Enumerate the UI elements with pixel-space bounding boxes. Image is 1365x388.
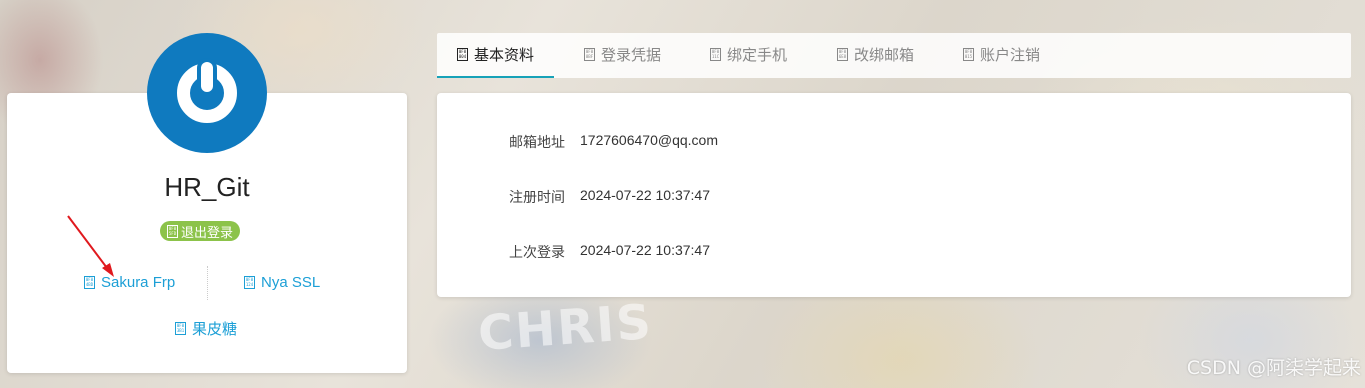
last-login-label: 上次登录	[509, 244, 565, 260]
tab-close-account[interactable]: 0F0 015 账户注销	[963, 33, 1040, 76]
nya-icon: 0F0 124	[244, 276, 255, 289]
tab-change-email[interactable]: 0F0 6E8 改绑邮箱	[837, 33, 914, 76]
email-label: 邮箱地址	[509, 134, 565, 150]
csdn-watermark: CSDN @阿柒学起来	[1186, 357, 1361, 379]
registered-label: 注册时间	[509, 189, 565, 205]
logout-icon: 0F0 5FD	[167, 224, 178, 238]
tab-bind-phone-label: 绑定手机	[727, 47, 788, 64]
username: HR_Git	[164, 172, 250, 202]
tab-bind-phone-icon: 0F0 11C	[710, 48, 721, 61]
email-value: 1727606470@qq.com	[580, 132, 718, 148]
info-card: 邮箱地址 1727606470@qq.com 注册时间 2024-07-22 1…	[437, 93, 1351, 297]
tab-close-account-icon: 0F0 015	[963, 48, 974, 61]
tab-change-email-label: 改绑邮箱	[854, 47, 915, 64]
registered-value: 2024-07-22 10:37:47	[580, 187, 710, 203]
logout-label: 退出登录	[181, 224, 234, 240]
tab-bar: 0F0 004 基本资料 0F0 8BF 登录凭据 0F0 11C 绑定手机 0…	[437, 33, 1351, 78]
tab-login-credentials-label: 登录凭据	[601, 47, 662, 64]
links-divider	[207, 266, 208, 300]
tab-login-credentials-icon: 0F0 8BF	[584, 48, 595, 61]
avatar	[147, 33, 267, 153]
guopitang-label: 果皮糖	[192, 321, 238, 338]
tab-change-email-icon: 0F0 6E8	[837, 48, 848, 61]
guopitang-icon: 0F0 3B1	[175, 322, 186, 335]
nya-ssl-link[interactable]: 0F0 124 Nya SSL	[244, 274, 320, 291]
tab-bind-phone[interactable]: 0F0 11C 绑定手机	[710, 33, 787, 76]
tab-basic-info[interactable]: 0F0 004 基本资料	[437, 33, 555, 78]
guopitang-link[interactable]: 0F0 3B1 果皮糖	[175, 318, 237, 339]
red-arrow-annotation	[67, 215, 114, 277]
tab-basic-info-icon: 0F0 004	[457, 48, 468, 61]
last-login-value: 2024-07-22 10:37:47	[580, 242, 710, 258]
nya-ssl-label: Nya SSL	[261, 274, 321, 291]
tab-login-credentials[interactable]: 0F0 8BF 登录凭据	[584, 33, 661, 76]
power-icon	[177, 62, 237, 123]
tab-close-account-label: 账户注销	[980, 47, 1041, 64]
tab-basic-info-label: 基本资料	[474, 47, 535, 64]
logout-button[interactable]: 0F0 5FD 退出登录	[160, 221, 241, 241]
